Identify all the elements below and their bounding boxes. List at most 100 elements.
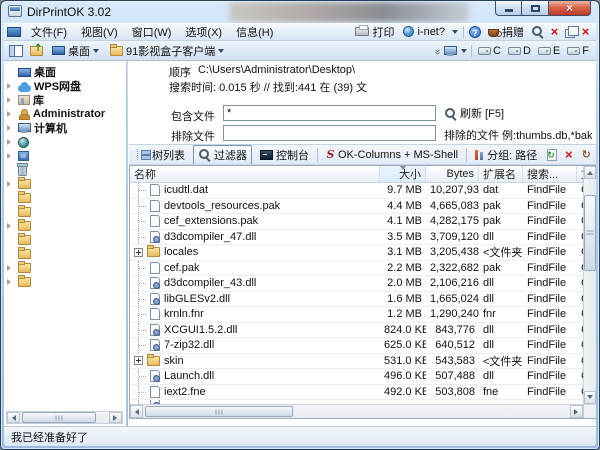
title-bar[interactable]: DirPrintOK 3.02 × [1, 1, 599, 23]
scroll-left-button[interactable] [7, 412, 20, 423]
sidebar-item-桌面[interactable]: 桌面 [4, 65, 126, 79]
folder-dropdown[interactable]: 91影视盒子客户端 [108, 43, 226, 59]
sidebar-item-wps网盘[interactable]: WPS网盘 [4, 79, 126, 93]
expand-arrow-icon[interactable] [7, 111, 14, 117]
sidebar-item[interactable] [4, 219, 126, 233]
table-row[interactable]: libGLESv2.dll1.6 MB1,665,024dllFindFileC… [130, 292, 583, 308]
clear-search-icon[interactable] [549, 26, 560, 37]
tab-group[interactable]: 分组: 路径 [470, 145, 542, 165]
menu-item[interactable]: 选项(X) [178, 23, 229, 41]
expand-arrow-icon[interactable] [7, 265, 14, 271]
column-header-bytes[interactable]: Bytes [426, 166, 479, 182]
expand-arrow-icon[interactable] [7, 181, 14, 187]
column-header-ext[interactable]: 扩展名 [479, 166, 523, 182]
sidebar-item[interactable] [4, 191, 126, 205]
sidebar-item-计算机[interactable]: 计算机 [4, 121, 126, 135]
tab-filter[interactable]: 过滤器 [193, 145, 252, 165]
up-folder-icon[interactable] [30, 46, 43, 56]
drive-button-f[interactable]: F [565, 45, 591, 57]
sidebar-item[interactable] [4, 135, 126, 149]
table-row[interactable]: iext2.fne492.0 KB503,808fneFindFileC: [130, 385, 583, 401]
panel-toggle-icon[interactable] [9, 45, 23, 57]
scroll-up-button[interactable] [584, 166, 596, 179]
column-header-name[interactable]: 名称 [130, 166, 380, 182]
table-row[interactable]: skin531.0 KB543,583<文件夹>FindFileC: [130, 354, 583, 370]
expand-arrow-icon[interactable] [7, 223, 14, 229]
redo-icon[interactable] [580, 149, 592, 161]
table-row[interactable]: XCGUI1.5.2.dll824.0 KB843,776dllFindFile… [130, 323, 583, 339]
tab-ok-columns[interactable]: OK-Columns + MS-Shell [321, 147, 463, 163]
table-row[interactable]: krnln.fnr1.2 MB1,290,240fnrFindFileC: [130, 307, 583, 323]
clear-list-icon[interactable] [563, 149, 574, 160]
menu-item[interactable]: 文件(F) [24, 23, 74, 41]
sidebar-item-administrator[interactable]: Administrator [4, 107, 126, 121]
help-icon[interactable] [469, 26, 481, 38]
sidebar-item-库[interactable]: 库 [4, 93, 126, 107]
expand-arrow-icon[interactable] [7, 139, 14, 145]
expand-arrow-icon[interactable] [7, 125, 14, 131]
column-header-search[interactable]: 搜索... [523, 166, 577, 182]
sidebar-item[interactable] [4, 247, 126, 261]
expand-arrow-icon[interactable] [7, 153, 14, 159]
close-view-icon[interactable] [580, 26, 591, 37]
sidebar-item[interactable] [4, 233, 126, 247]
table-row[interactable]: d3dcompiler_47.dll3.5 MB3,709,120dllFind… [130, 230, 583, 246]
chevron-down-icon[interactable] [461, 49, 467, 56]
table-row[interactable]: cef.pak2.2 MB2,322,682pakFindFileC: [130, 261, 583, 277]
vertical-scrollbar[interactable] [583, 166, 596, 404]
scroll-down-button[interactable] [584, 391, 596, 404]
drive-button-c[interactable]: C [476, 45, 503, 57]
table-row[interactable]: 7-zip32.dll625.0 KB640,512dllFindFileC: [130, 338, 583, 354]
include-files-input[interactable] [223, 105, 436, 121]
sidebar-item[interactable] [4, 163, 126, 177]
table-row[interactable]: d3dcompiler_43.dll2.0 MB2,106,216dllFind… [130, 276, 583, 292]
sidebar-horizontal-scrollbar[interactable] [6, 411, 123, 424]
refresh-button[interactable]: 刷新 [F5] [444, 105, 504, 121]
expand-plus-icon[interactable] [134, 356, 143, 365]
print-button[interactable]: 打印 [353, 24, 396, 40]
search-icon[interactable] [531, 25, 544, 38]
table-row[interactable]: Launch.dll496.0 KB507,488dllFindFileC: [130, 369, 583, 385]
scrollbar-thumb[interactable] [584, 195, 596, 271]
minimize-button[interactable] [495, 1, 522, 16]
expand-arrow-icon[interactable] [7, 83, 14, 89]
maximize-button[interactable] [522, 1, 549, 16]
table-row[interactable]: cef_extensions.pak4.1 MB4,282,175pakFind… [130, 214, 583, 230]
sidebar-item[interactable] [4, 205, 126, 219]
refresh-list-icon[interactable] [547, 149, 557, 161]
computer-icon[interactable] [444, 46, 457, 56]
scrollbar-thumb[interactable] [22, 412, 96, 423]
cascade-windows-icon[interactable] [565, 29, 575, 38]
scroll-right-button[interactable] [570, 405, 583, 418]
sidebar-item[interactable] [4, 275, 126, 289]
expand-arrow-icon[interactable] [7, 279, 14, 285]
menu-item[interactable]: 视图(V) [74, 23, 125, 41]
inet-dropdown[interactable]: i-net? [401, 26, 447, 38]
drive-button-e[interactable]: E [536, 45, 562, 57]
table-row[interactable]: devtools_resources.pak4.4 MB4,665,083pak… [130, 199, 583, 215]
column-header-size[interactable]: 大小 [380, 166, 426, 182]
table-row[interactable]: locales3.1 MB3,205,438<文件夹>FindFileC: [130, 245, 583, 261]
tab-console[interactable]: 控制台 [255, 145, 314, 165]
drive-button-d[interactable]: D [506, 45, 533, 57]
table-row[interactable]: icudtl.dat9.7 MB10,207,936datFindFileC: [130, 183, 583, 199]
inet-caret-icon[interactable] [452, 30, 458, 37]
donate-button[interactable]: 捐赠 [486, 24, 526, 40]
exclude-files-input[interactable] [223, 125, 436, 141]
app-menu-icon[interactable] [7, 27, 21, 37]
location-dropdown[interactable]: 桌面 [50, 43, 101, 59]
sidebar-item[interactable] [4, 149, 126, 163]
sidebar-item[interactable] [4, 261, 126, 275]
sidebar-item[interactable] [4, 177, 126, 191]
menu-item[interactable]: 信息(H) [229, 23, 280, 41]
overflow-chevron-icon[interactable] [434, 45, 440, 57]
menu-item[interactable]: 窗口(W) [125, 23, 179, 41]
scroll-right-button[interactable] [109, 412, 122, 423]
scroll-left-button[interactable] [130, 405, 143, 418]
horizontal-scrollbar[interactable] [130, 404, 583, 418]
close-button[interactable]: × [549, 1, 591, 16]
expand-arrow-icon[interactable] [7, 97, 14, 103]
tab-tree-list[interactable]: 树列表 [132, 145, 190, 165]
expand-plus-icon[interactable] [134, 248, 143, 257]
scrollbar-thumb[interactable] [145, 406, 293, 417]
